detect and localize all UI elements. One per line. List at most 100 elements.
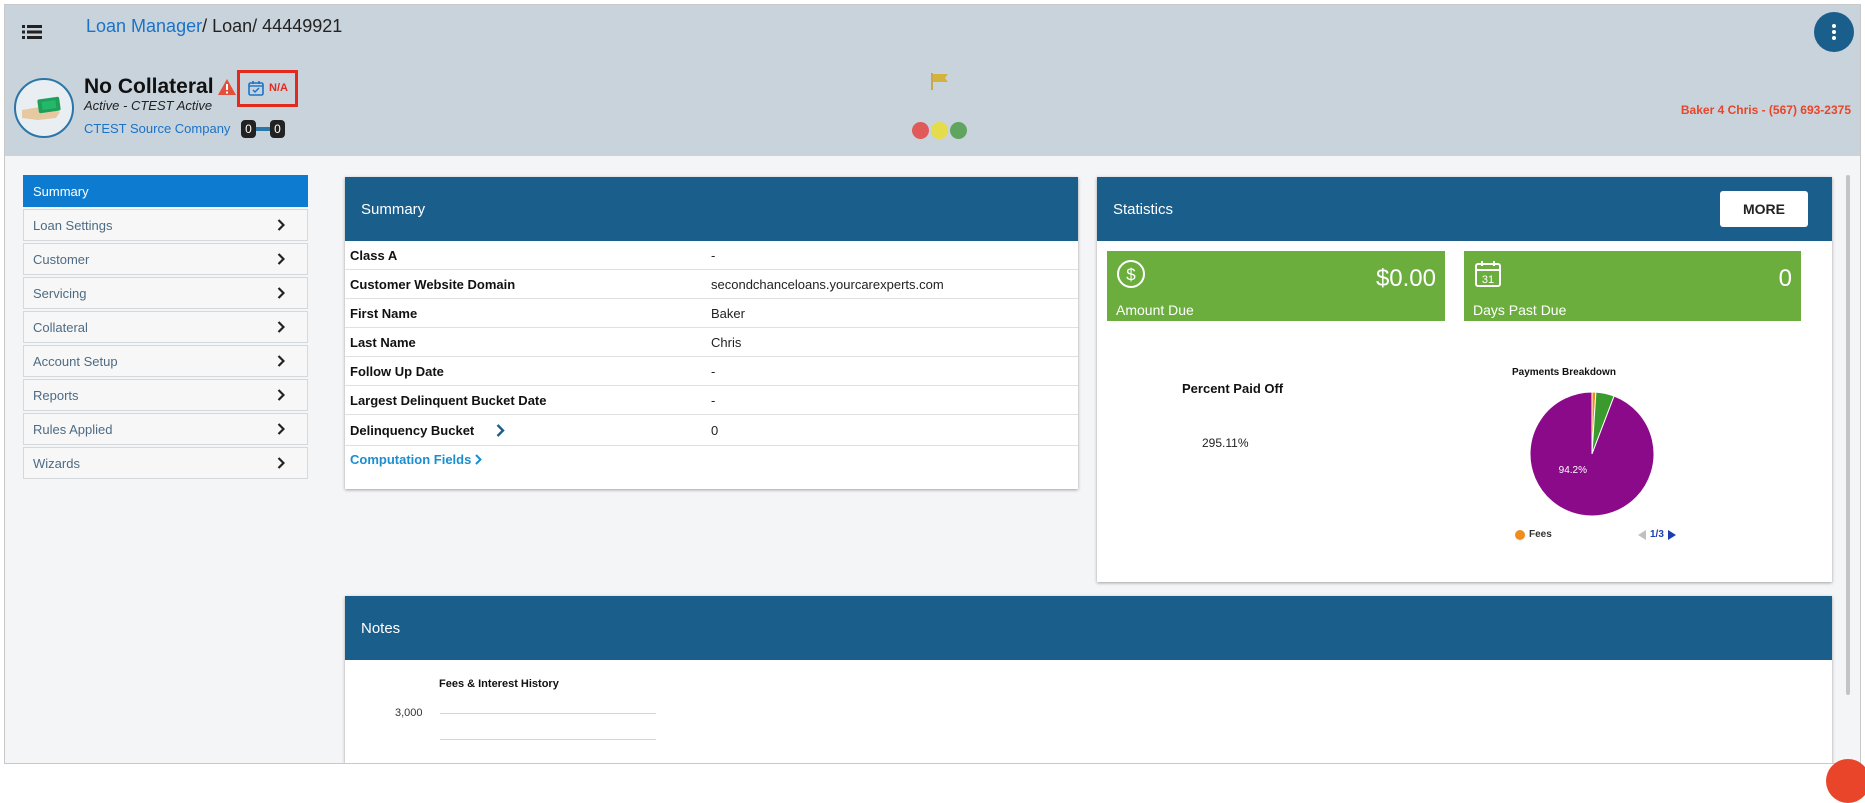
summary-row: Customer Website Domain secondchanceloans…: [345, 270, 1078, 299]
more-options-button[interactable]: [1814, 12, 1854, 52]
na-label: N/A: [269, 82, 288, 94]
payments-breakdown-pie[interactable]: 94.2%: [1527, 389, 1657, 519]
sidebar-item-rules-applied[interactable]: Rules Applied: [23, 413, 308, 445]
loan-title: No Collateral: [84, 75, 214, 98]
source-company-link[interactable]: CTEST Source Company: [84, 121, 230, 136]
chevron-right-icon: [277, 287, 285, 299]
pie-legend[interactable]: Fees: [1515, 529, 1552, 540]
computation-fields-label: Computation Fields: [350, 452, 472, 467]
sidebar-item-collateral[interactable]: Collateral: [23, 311, 308, 343]
chevron-right-icon: [277, 321, 285, 333]
summary-row-value: 0: [711, 422, 719, 438]
summary-row-label: First Name: [350, 305, 418, 321]
flag-icon[interactable]: [929, 72, 949, 90]
arrow-right-icon[interactable]: [1667, 529, 1676, 540]
loan-status: Active - CTEST Active: [84, 98, 213, 113]
dollar-circle-icon: $: [1117, 260, 1145, 288]
computation-fields-link[interactable]: Computation Fields: [345, 446, 1078, 473]
sidebar-item-summary[interactable]: Summary: [23, 175, 308, 207]
delinquency-bucket-label: Delinquency Bucket: [350, 422, 475, 438]
status-dot-green: [950, 122, 967, 139]
sidebar-item-label: Summary: [33, 183, 89, 199]
y-axis-tick: 3,000: [395, 707, 423, 719]
chevron-right-icon: [277, 253, 285, 265]
legend-pager: 1/3: [1638, 529, 1676, 540]
summary-row-label: Customer Website Domain: [350, 276, 516, 292]
percent-paid-off-value: 295.11%: [1202, 436, 1249, 450]
vertical-dots-icon: [1832, 24, 1836, 40]
count-badge-right: 0: [270, 120, 285, 138]
sidebar-item-label: Wizards: [33, 455, 80, 471]
arrow-left-icon[interactable]: [1638, 529, 1647, 540]
sidebar-item-label: Reports: [33, 387, 79, 403]
chevron-right-icon: [277, 355, 285, 367]
pager-label: 1/3: [1650, 529, 1664, 540]
amount-due-label: Amount Due: [1116, 302, 1194, 318]
sidebar-nav: Summary Loan Settings Customer Servicing…: [23, 175, 308, 481]
summary-row: Delinquency Bucket 0: [345, 415, 1078, 446]
sidebar-item-label: Customer: [33, 251, 90, 267]
summary-row-label: Largest Delinquent Bucket Date: [350, 392, 547, 408]
count-badge-left: 0: [241, 120, 256, 138]
help-fab-button[interactable]: [1826, 759, 1865, 803]
count-badges[interactable]: 0 0: [241, 120, 285, 138]
summary-row-value: Chris: [711, 334, 742, 350]
svg-text:$: $: [1126, 265, 1136, 284]
summary-card-title: Summary: [345, 177, 1078, 241]
more-button[interactable]: MORE: [1720, 191, 1808, 227]
breadcrumb-loan-manager[interactable]: Loan Manager: [86, 16, 202, 36]
page-scrollbar[interactable]: [1846, 175, 1850, 695]
sidebar-item-loan-settings[interactable]: Loan Settings: [23, 209, 308, 241]
days-past-due-label: Days Past Due: [1473, 302, 1567, 318]
legend-fees-dot: [1515, 529, 1525, 540]
payments-breakdown-title: Payments Breakdown: [1512, 367, 1616, 378]
calendar-icon: 31: [1475, 261, 1501, 287]
percent-paid-off-title: Percent Paid Off: [1182, 381, 1284, 396]
notes-card-title: Notes: [345, 596, 1832, 660]
summary-row: Largest Delinquent Bucket Date -: [345, 386, 1078, 415]
status-dot-yellow: [931, 122, 948, 139]
chevron-right-icon: [475, 454, 483, 465]
svg-text:31: 31: [1482, 274, 1494, 286]
sidebar-item-servicing[interactable]: Servicing: [23, 277, 308, 309]
chevron-right-icon: [277, 219, 285, 231]
follow-up-date-badge[interactable]: N/A: [237, 70, 298, 107]
hand-money-icon: [22, 96, 61, 120]
amount-due-value: $0.00: [1375, 265, 1436, 292]
summary-row: Class A -: [345, 241, 1078, 270]
days-past-due-tile: 31 0 Days Past Due: [1464, 251, 1801, 321]
breadcrumb-separator: /: [252, 16, 263, 36]
amount-due-tile: $ $0.00 Amount Due: [1107, 251, 1445, 321]
statistics-card-title: Statistics: [1113, 200, 1174, 218]
sidebar-item-label: Rules Applied: [33, 421, 113, 437]
pie-slice-principal[interactable]: [1529, 391, 1655, 517]
summary-row-label: Class A: [350, 247, 398, 263]
breadcrumb-separator: /: [202, 16, 213, 36]
statistics-card-header: Statistics MORE: [1097, 177, 1832, 241]
pie-slice-label: 94.2%: [1559, 465, 1587, 476]
breadcrumb-loan-id: 44449921: [262, 16, 343, 36]
summary-row: Last Name Chris: [345, 328, 1078, 357]
chevron-right-icon: [277, 423, 285, 435]
fees-interest-chart-title: Fees & Interest History: [439, 678, 559, 690]
chevron-right-icon: [277, 457, 285, 469]
sidebar-item-wizards[interactable]: Wizards: [23, 447, 308, 479]
customer-contact-link[interactable]: Baker 4 Chris - (567) 693-2375: [1681, 103, 1851, 117]
status-lights: [912, 122, 967, 139]
summary-row: First Name Baker: [345, 299, 1078, 328]
summary-card: Summary Class A - Customer Website Domain…: [345, 177, 1078, 489]
days-past-due-value: 0: [1778, 265, 1792, 292]
sidebar-item-customer[interactable]: Customer: [23, 243, 308, 275]
summary-row-value: -: [711, 363, 716, 379]
list-menu-icon[interactable]: [22, 23, 42, 41]
sidebar-item-account-setup[interactable]: Account Setup: [23, 345, 308, 377]
summary-row-value: -: [711, 247, 716, 263]
summary-row: Follow Up Date -: [345, 357, 1078, 386]
sidebar-item-label: Loan Settings: [33, 217, 113, 233]
chevron-right-icon[interactable]: [496, 423, 505, 437]
status-dot-red: [912, 122, 929, 139]
collateral-avatar: [14, 78, 74, 138]
chevron-right-icon: [277, 389, 285, 401]
sidebar-item-reports[interactable]: Reports: [23, 379, 308, 411]
warning-icon: [218, 79, 236, 95]
